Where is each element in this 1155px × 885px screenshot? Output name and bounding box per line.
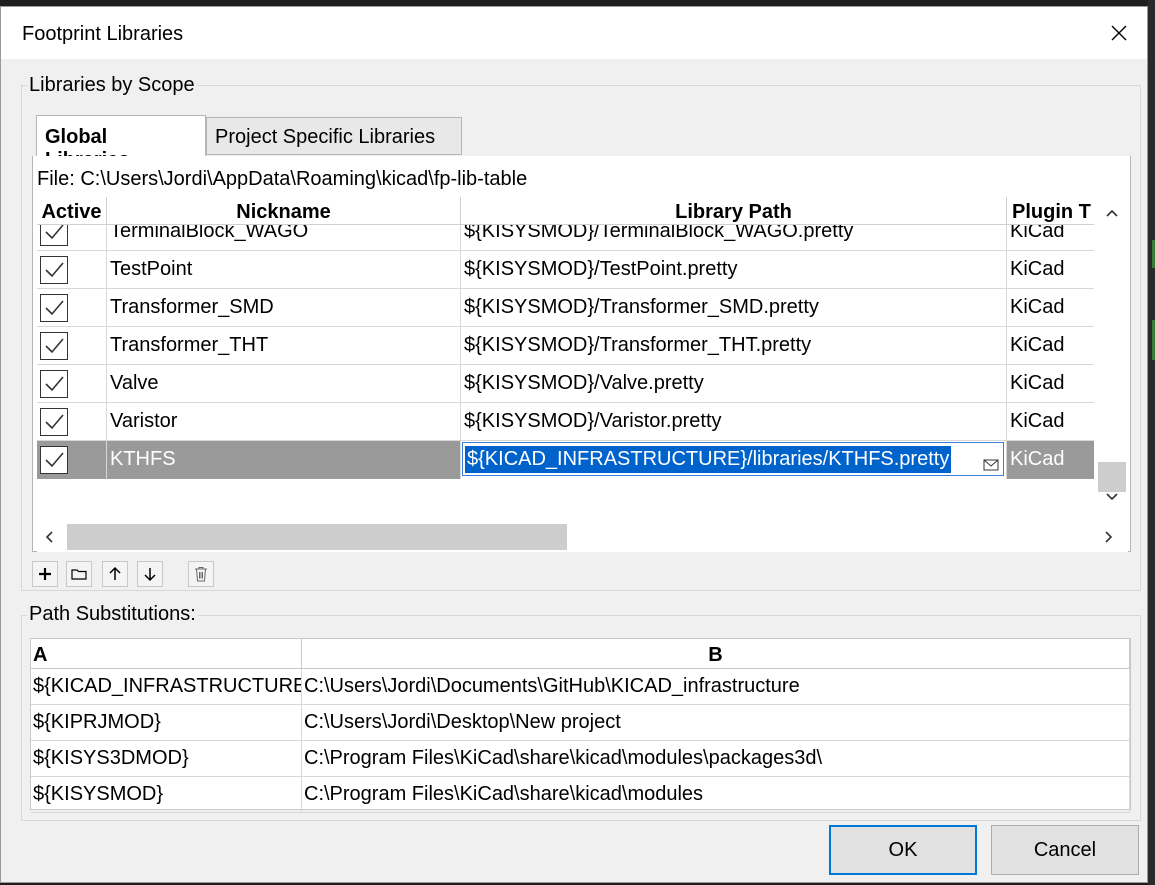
active-cell[interactable] (37, 365, 107, 403)
variable-value-cell[interactable]: C:\Users\Jordi\Documents\GitHub\KICAD_in… (302, 669, 1130, 705)
library-row[interactable]: Transformer_THT ${KISYSMOD}/Transformer_T… (37, 327, 1094, 365)
nickname-cell[interactable]: TestPoint (107, 251, 461, 289)
scroll-down-icon[interactable] (1104, 489, 1120, 505)
plugin-type-cell[interactable]: KiCad (1007, 289, 1094, 327)
column-header-b[interactable]: B (302, 639, 1130, 669)
horizontal-scroll-thumb[interactable] (67, 524, 567, 550)
variable-name-cell[interactable]: ${KICAD_INFRASTRUCTURE} (31, 669, 302, 705)
scroll-left-icon[interactable] (41, 529, 57, 545)
substitution-row[interactable]: ${KISYS3DMOD} C:\Program Files\KiCad\shar… (31, 741, 1130, 777)
library-row[interactable]: Transformer_SMD ${KISYSMOD}/Transformer_S… (37, 289, 1094, 327)
close-icon (1111, 25, 1127, 41)
cancel-button[interactable]: Cancel (991, 825, 1139, 875)
nickname-cell[interactable]: Transformer_SMD (107, 289, 461, 327)
active-cell[interactable] (37, 251, 107, 289)
add-icon (39, 568, 51, 580)
active-checkbox[interactable] (40, 408, 68, 436)
column-header-nickname[interactable]: Nickname (107, 197, 461, 225)
active-cell[interactable] (37, 403, 107, 441)
plugin-type-cell[interactable]: KiCad (1007, 365, 1094, 403)
nickname-cell[interactable]: Varistor (107, 403, 461, 441)
desktop-background (1148, 0, 1155, 885)
tab-project-specific-libraries[interactable]: Project Specific Libraries (206, 117, 462, 155)
libraries-by-scope-label: Libraries by Scope (27, 74, 197, 97)
plugin-type-cell[interactable]: KiCad (1007, 403, 1094, 441)
library-path-cell[interactable]: ${KISYSMOD}/Varistor.pretty (461, 403, 1007, 441)
close-button[interactable] (1091, 7, 1147, 59)
library-row[interactable]: KTHFS ${KICAD_INFRASTRUCTURE}/libraries/K… (37, 441, 1094, 479)
add-library-button[interactable] (32, 561, 58, 587)
active-cell[interactable] (37, 441, 107, 479)
column-header-active[interactable]: Active (37, 197, 107, 225)
variable-value-cell[interactable]: C:\Program Files\KiCad\share\kicad\modul… (302, 741, 1130, 777)
substitution-row[interactable]: ${KIPRJMOD} C:\Users\Jordi\Desktop\New pr… (31, 705, 1130, 741)
move-down-button[interactable] (137, 561, 163, 587)
active-checkbox[interactable] (40, 370, 68, 398)
column-header-a[interactable]: A (31, 639, 302, 669)
library-path-cell[interactable]: ${KISYSMOD}/TestPoint.pretty (461, 251, 1007, 289)
title-bar: Footprint Libraries (1, 7, 1147, 59)
delete-library-button[interactable] (188, 561, 214, 587)
fp-lib-table-path: File: C:\Users\Jordi\AppData\Roaming\kic… (37, 168, 528, 190)
library-path-cell[interactable]: ${KISYSMOD}/Valve.pretty (461, 365, 1007, 403)
column-header-plugin-type[interactable]: Plugin T (1007, 197, 1094, 225)
nickname-cell[interactable]: KTHFS (107, 441, 461, 479)
plugin-type-cell[interactable]: KiCad (1007, 441, 1094, 479)
path-substitutions-label: Path Substitutions: (27, 603, 198, 626)
column-header-library-path[interactable]: Library Path (461, 197, 1007, 225)
variable-value-cell[interactable]: C:\Users\Jordi\Desktop\New project (302, 705, 1130, 741)
nickname-cell[interactable]: Transformer_THT (107, 327, 461, 365)
active-cell[interactable] (37, 289, 107, 327)
active-cell[interactable] (37, 327, 107, 365)
variable-value-cell[interactable]: C:\Program Files\KiCad\share\kicad\modul… (302, 777, 1130, 813)
ok-button[interactable]: OK (829, 825, 977, 875)
scroll-right-icon[interactable] (1101, 529, 1117, 545)
library-path-cell[interactable]: ${KISYSMOD}/Transformer_SMD.pretty (461, 289, 1007, 327)
plugin-type-cell[interactable]: KiCad (1007, 251, 1094, 289)
substitution-row[interactable]: ${KISYSMOD} C:\Program Files\KiCad\share\… (31, 777, 1130, 813)
global-libraries-page: File: C:\Users\Jordi\AppData\Roaming\kic… (32, 156, 1131, 552)
folder-icon (71, 569, 87, 580)
vertical-scroll-thumb[interactable] (1098, 462, 1126, 492)
library-path-editor-cell[interactable]: ${KICAD_INFRASTRUCTURE}/libraries/KTHFS.… (461, 441, 1007, 479)
table-vertical-scrollbar[interactable] (1096, 197, 1128, 506)
library-row[interactable]: Valve ${KISYSMOD}/Valve.pretty KiCad (37, 365, 1094, 403)
variable-name-cell[interactable]: ${KIPRJMOD} (31, 705, 302, 741)
dialog-title: Footprint Libraries (22, 23, 184, 45)
active-checkbox[interactable] (40, 294, 68, 322)
move-down-icon (144, 568, 156, 582)
nickname-cell[interactable]: Valve (107, 365, 461, 403)
selected-path-text[interactable]: ${KICAD_INFRASTRUCTURE}/libraries/KTHFS.… (465, 446, 952, 473)
move-up-button[interactable] (102, 561, 128, 587)
footprint-libraries-dialog: Footprint Libraries Libraries by Scope P… (0, 6, 1148, 883)
substitution-row[interactable]: ${KICAD_INFRASTRUCTURE} C:\Users\Jordi\Do… (31, 669, 1130, 705)
scope-notebook: Project Specific Libraries Global Librar… (32, 109, 1131, 552)
path-substitutions-table[interactable]: A B ${KICAD_INFRASTRUCTURE} C:\Users\Jord… (30, 638, 1131, 813)
scroll-up-icon[interactable] (1104, 205, 1120, 221)
move-up-icon (109, 566, 121, 580)
variable-name-cell[interactable]: ${KISYSMOD} (31, 777, 302, 813)
active-checkbox[interactable] (40, 446, 68, 474)
delete-icon (195, 567, 207, 582)
library-path-input[interactable]: ${KICAD_INFRASTRUCTURE}/libraries/KTHFS.… (462, 442, 1004, 476)
browse-library-button[interactable] (66, 561, 92, 587)
browse-path-icon[interactable] (982, 450, 1000, 471)
tab-global-libraries[interactable]: Global Libraries (36, 115, 206, 171)
active-checkbox[interactable] (40, 332, 68, 360)
library-row[interactable]: TestPoint ${KISYSMOD}/TestPoint.pretty KiC… (37, 251, 1094, 289)
library-path-cell[interactable]: ${KISYSMOD}/Transformer_THT.pretty (461, 327, 1007, 365)
table-horizontal-scrollbar[interactable] (37, 522, 1128, 552)
library-table[interactable]: KTHFS ${KICAD_INFRASTRUCTURE}/libraries/K… (37, 197, 1094, 506)
plugin-type-cell[interactable]: KiCad (1007, 327, 1094, 365)
library-row[interactable]: Varistor ${KISYSMOD}/Varistor.pretty KiCad (37, 403, 1094, 441)
variable-name-cell[interactable]: ${KISYS3DMOD} (31, 741, 302, 777)
active-checkbox[interactable] (40, 256, 68, 284)
